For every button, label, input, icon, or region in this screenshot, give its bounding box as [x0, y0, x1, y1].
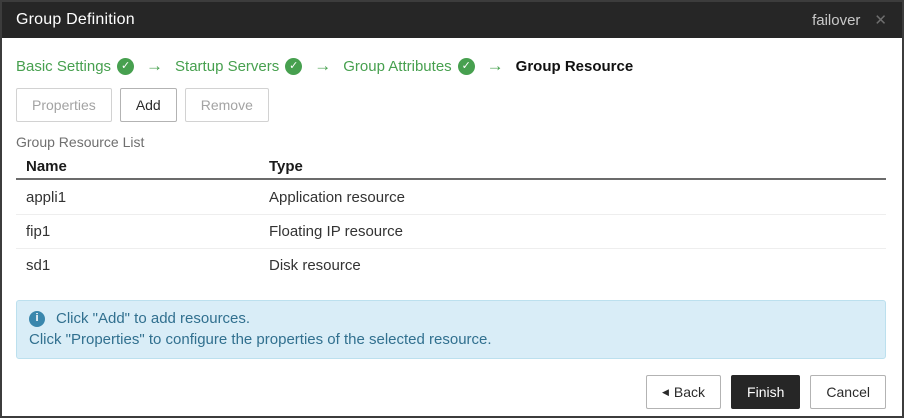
- table-row[interactable]: fip1 Floating IP resource: [16, 214, 886, 248]
- context-label: failover: [812, 11, 861, 29]
- info-text-2: Click "Properties" to configure the prop…: [29, 331, 492, 348]
- wizard-step-group-resource: Group Resource: [516, 58, 634, 75]
- titlebar-right: failover ✕: [812, 12, 887, 29]
- finish-button[interactable]: Finish: [731, 375, 801, 409]
- resource-name-cell: sd1: [26, 257, 51, 274]
- back-button[interactable]: ◀ Back: [646, 375, 722, 409]
- wizard-step-basic-settings: Basic Settings ✓: [16, 57, 135, 75]
- info-line-1: i Click "Add" to add resources.: [29, 308, 873, 329]
- group-definition-dialog: Group Definition failover ✕ Basic Settin…: [0, 0, 904, 418]
- dialog-content: Basic Settings ✓ → Startup Servers ✓ → G…: [2, 55, 902, 409]
- column-header-type: Type: [269, 157, 303, 175]
- cancel-button[interactable]: Cancel: [810, 375, 886, 409]
- add-button[interactable]: Add: [119, 88, 177, 122]
- wizard-step-label[interactable]: Basic Settings: [16, 58, 111, 75]
- table-row[interactable]: appli1 Application resource: [16, 180, 886, 214]
- resource-type-cell: Application resource: [269, 188, 405, 206]
- wizard-step-label[interactable]: Startup Servers: [175, 58, 279, 75]
- info-text-1: Click "Add" to add resources.: [56, 310, 251, 327]
- resource-type-cell: Floating IP resource: [269, 223, 403, 240]
- group-resource-table: Name Type appli1 Application resource fi…: [16, 154, 886, 282]
- info-icon: i: [29, 310, 45, 327]
- check-circle-icon: ✓: [117, 57, 135, 75]
- close-icon[interactable]: ✕: [874, 13, 887, 28]
- wizard-step-startup-servers: Startup Servers ✓: [175, 57, 303, 75]
- info-line-2: Click "Properties" to configure the prop…: [29, 329, 873, 350]
- resource-name-cell: fip1: [26, 223, 51, 240]
- back-button-label: Back: [673, 384, 706, 400]
- arrow-right-icon: →: [314, 56, 332, 75]
- table-row[interactable]: sd1 Disk resource: [16, 248, 886, 282]
- resource-name-cell: appli1: [26, 188, 67, 206]
- arrow-right-icon: →: [146, 56, 164, 75]
- dialog-footer: ◀ Back Finish Cancel: [16, 375, 886, 409]
- dialog-title: Group Definition: [16, 11, 135, 28]
- column-header-name: Name: [26, 157, 67, 175]
- table-header-row: Name Type: [16, 154, 886, 180]
- wizard-step-group-attributes: Group Attributes ✓: [343, 57, 475, 75]
- check-circle-icon: ✓: [285, 57, 303, 75]
- group-resource-list-caption: Group Resource List: [16, 134, 145, 150]
- back-arrow-icon: ◀: [662, 386, 669, 397]
- resource-toolbar: Properties Add Remove: [16, 88, 886, 122]
- remove-button[interactable]: Remove: [184, 88, 269, 122]
- arrow-right-icon: →: [486, 56, 504, 75]
- dialog-titlebar: Group Definition failover ✕: [2, 2, 902, 38]
- wizard-steps: Basic Settings ✓ → Startup Servers ✓ → G…: [16, 55, 886, 77]
- wizard-step-label[interactable]: Group Attributes: [343, 58, 451, 75]
- resource-type-cell: Disk resource: [269, 257, 361, 274]
- info-message-box: i Click "Add" to add resources. Click "P…: [16, 300, 886, 359]
- wizard-step-label-current: Group Resource: [515, 57, 634, 75]
- check-circle-icon: ✓: [457, 57, 475, 75]
- properties-button[interactable]: Properties: [16, 88, 112, 122]
